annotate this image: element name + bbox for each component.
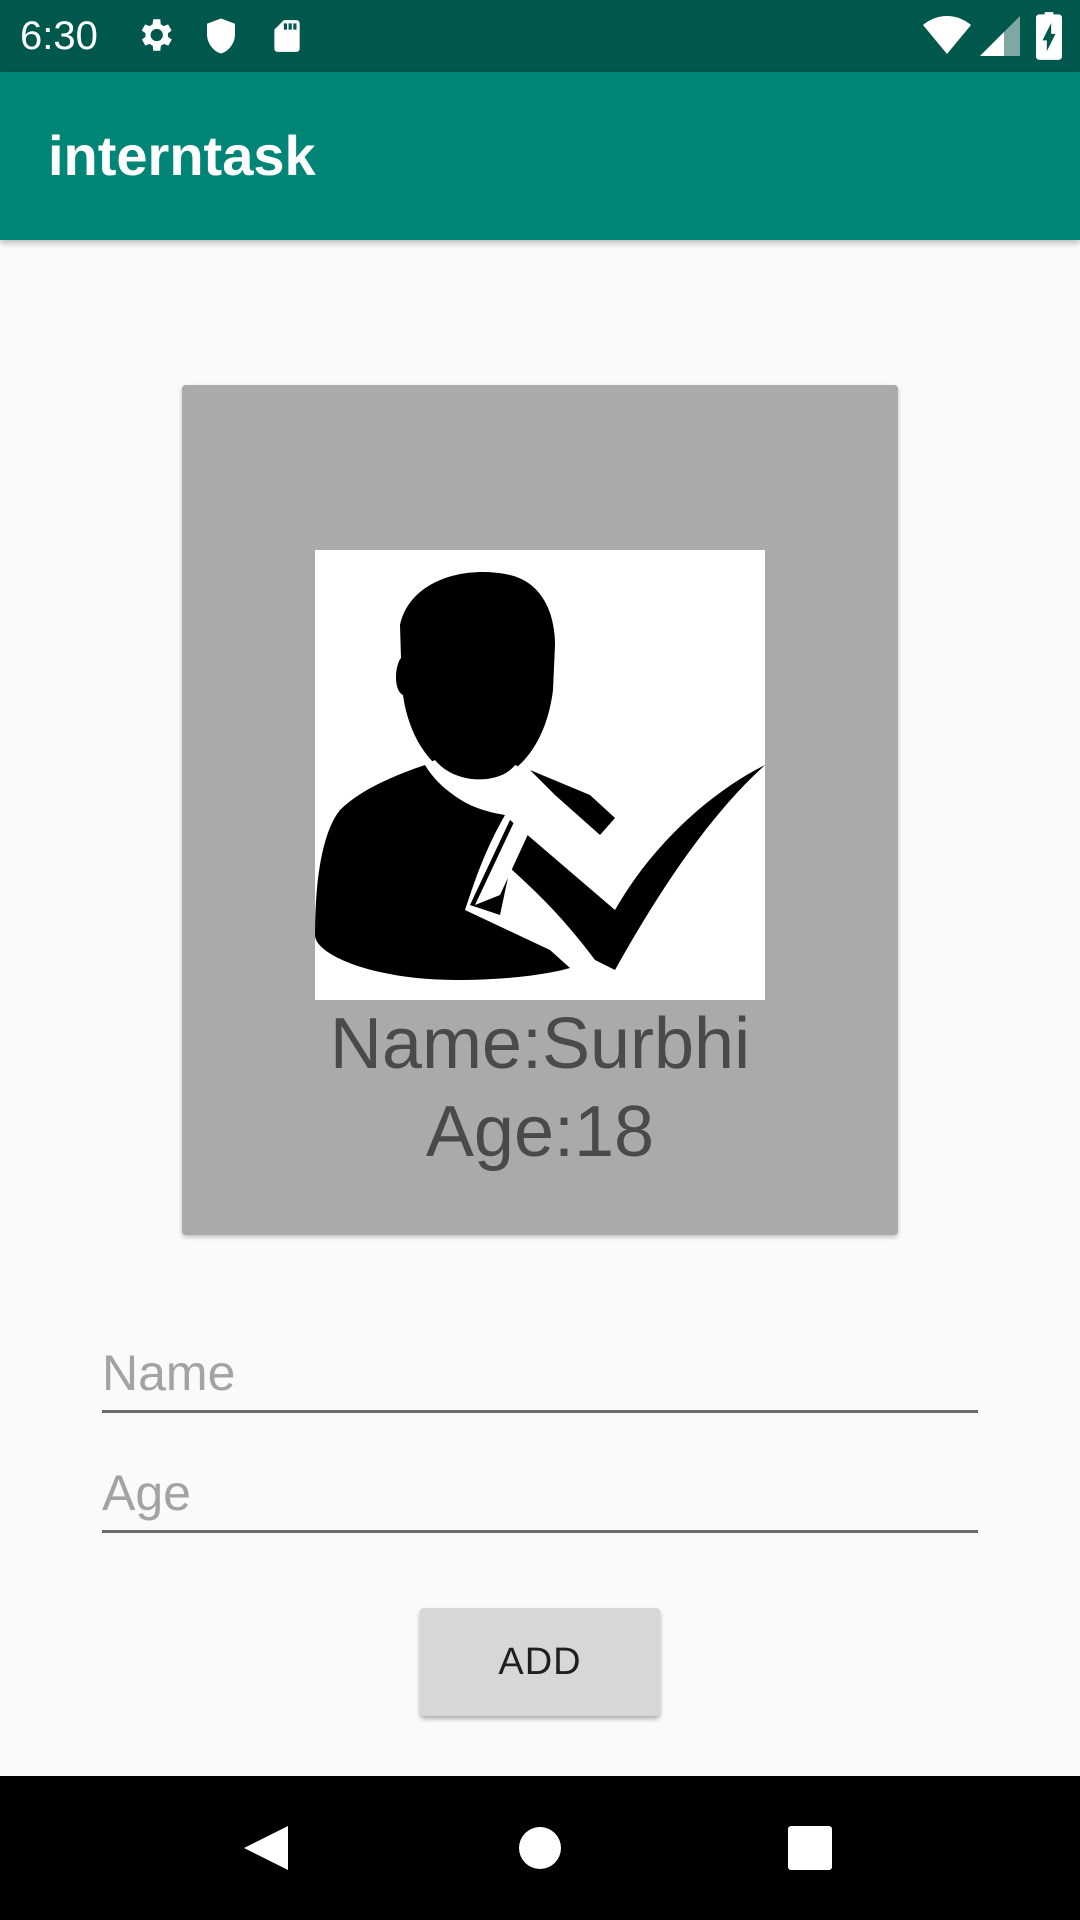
recents-icon[interactable] (758, 1796, 862, 1900)
battery-charging-icon (1036, 12, 1062, 60)
app-title: interntask (48, 124, 316, 187)
name-input[interactable] (102, 1344, 978, 1402)
avatar (315, 550, 765, 1000)
status-bar: 6:30 (0, 0, 1080, 72)
wifi-icon (923, 16, 971, 54)
add-button[interactable]: ADD (420, 1608, 660, 1716)
status-time: 6:30 (20, 14, 98, 58)
app-bar: interntask (0, 72, 1080, 240)
signal-icon (980, 16, 1020, 56)
sd-card-icon (274, 20, 300, 52)
name-field[interactable] (102, 1330, 978, 1413)
main-content: Name:Surbhi Age:18 ADD (0, 240, 1080, 1776)
back-icon[interactable] (216, 1796, 320, 1900)
age-field[interactable] (102, 1450, 978, 1533)
home-icon[interactable] (488, 1796, 592, 1900)
card-name-text: Name:Surbhi (329, 1004, 751, 1084)
navigation-bar (0, 1776, 1080, 1920)
age-input[interactable] (102, 1464, 978, 1522)
shield-icon (207, 18, 235, 54)
person-check-icon (315, 572, 765, 980)
profile-card: Name:Surbhi Age:18 (182, 385, 898, 1235)
gear-icon (141, 19, 172, 51)
card-age-text: Age:18 (425, 1092, 655, 1172)
